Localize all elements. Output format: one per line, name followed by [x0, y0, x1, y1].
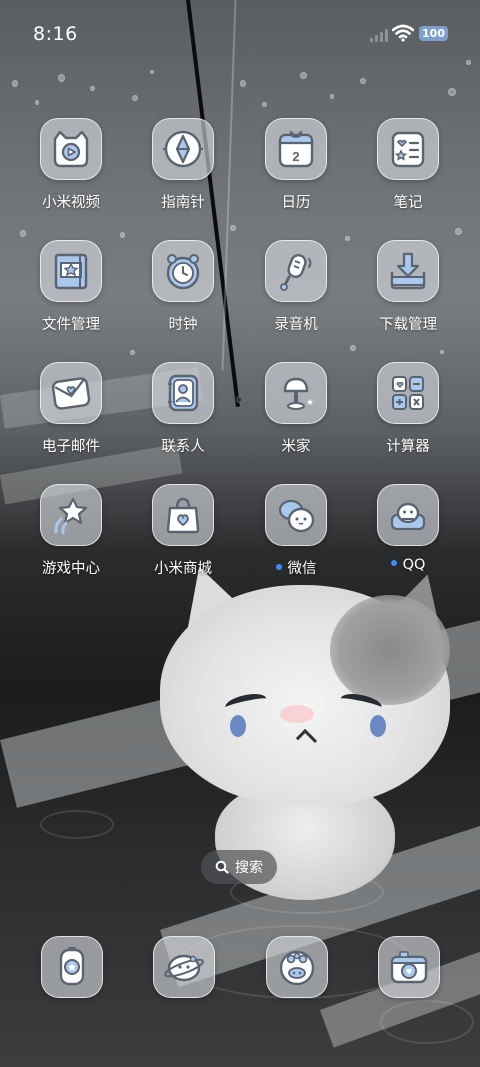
app-compass[interactable]: 指南针	[128, 118, 238, 212]
app-label: 微信	[241, 557, 351, 578]
app-mi-store[interactable]: 小米商城	[128, 484, 238, 578]
download-icon	[377, 240, 439, 302]
status-time: 8:16	[33, 23, 78, 45]
messages-icon	[164, 954, 204, 982]
email-icon	[40, 362, 102, 424]
app-email[interactable]: 电子邮件	[16, 362, 126, 456]
new-indicator-dot	[275, 564, 282, 570]
app-label: 下载管理	[379, 317, 437, 333]
file-manager-icon	[40, 240, 102, 302]
app-label: 小米商城	[154, 561, 212, 577]
browser-icon	[279, 950, 315, 986]
compass-icon	[152, 118, 214, 180]
app-contacts[interactable]: 联系人	[128, 362, 238, 456]
app-label: 时钟	[168, 317, 198, 333]
dock-browser[interactable]	[266, 936, 328, 998]
app-wechat[interactable]: 微信	[241, 484, 351, 578]
search-icon	[215, 860, 229, 874]
app-label: 录音机	[274, 317, 318, 333]
phone-icon	[59, 947, 85, 986]
calculator-icon	[377, 362, 439, 424]
app-label: 笔记	[393, 195, 423, 211]
app-label: QQ	[353, 557, 463, 573]
app-label: 联系人	[161, 439, 205, 455]
app-label: 计算器	[386, 439, 430, 455]
clock-icon	[152, 240, 214, 302]
cellular-signal-icon	[370, 28, 388, 42]
app-mijia[interactable]: 米家	[241, 362, 351, 456]
app-label: 文件管理	[42, 317, 100, 333]
wechat-icon	[265, 484, 327, 546]
app-label: 日历	[281, 195, 311, 211]
search-label: 搜索	[235, 860, 263, 876]
calendar-icon: 2	[265, 118, 327, 180]
app-label: 游戏中心	[42, 561, 100, 577]
app-recorder[interactable]: 录音机	[241, 240, 351, 334]
app-calculator[interactable]: 计算器	[353, 362, 463, 456]
app-label: 指南针	[161, 195, 205, 211]
dock-phone[interactable]	[41, 936, 103, 998]
app-download-manager[interactable]: 下载管理	[353, 240, 463, 334]
recorder-icon	[265, 240, 327, 302]
battery-indicator: 100	[419, 26, 448, 41]
contacts-icon	[152, 362, 214, 424]
wifi-icon	[392, 24, 414, 42]
qq-icon	[377, 484, 439, 546]
mijia-lamp-icon	[265, 362, 327, 424]
shopping-bag-icon	[152, 484, 214, 546]
video-icon	[40, 118, 102, 180]
app-label: 小米视频	[42, 195, 100, 211]
app-game-center[interactable]: 游戏中心	[16, 484, 126, 578]
dock-camera[interactable]	[378, 936, 440, 998]
new-indicator-dot	[390, 560, 397, 566]
app-calendar[interactable]: 2 日历	[241, 118, 351, 212]
app-qq[interactable]: QQ	[353, 484, 463, 573]
app-label: 米家	[281, 439, 311, 455]
app-notes[interactable]: 笔记	[353, 118, 463, 212]
status-bar: 8:16 100	[0, 0, 480, 68]
app-clock[interactable]: 时钟	[128, 240, 238, 334]
calendar-day: 2	[292, 149, 299, 164]
dock-messages[interactable]	[153, 936, 215, 998]
app-label: 电子邮件	[42, 439, 100, 455]
game-center-icon	[40, 484, 102, 546]
search-button[interactable]: 搜索	[201, 850, 277, 884]
notes-icon	[377, 118, 439, 180]
camera-icon	[390, 951, 428, 984]
app-file-manager[interactable]: 文件管理	[16, 240, 126, 334]
app-mi-video[interactable]: 小米视频	[16, 118, 126, 212]
